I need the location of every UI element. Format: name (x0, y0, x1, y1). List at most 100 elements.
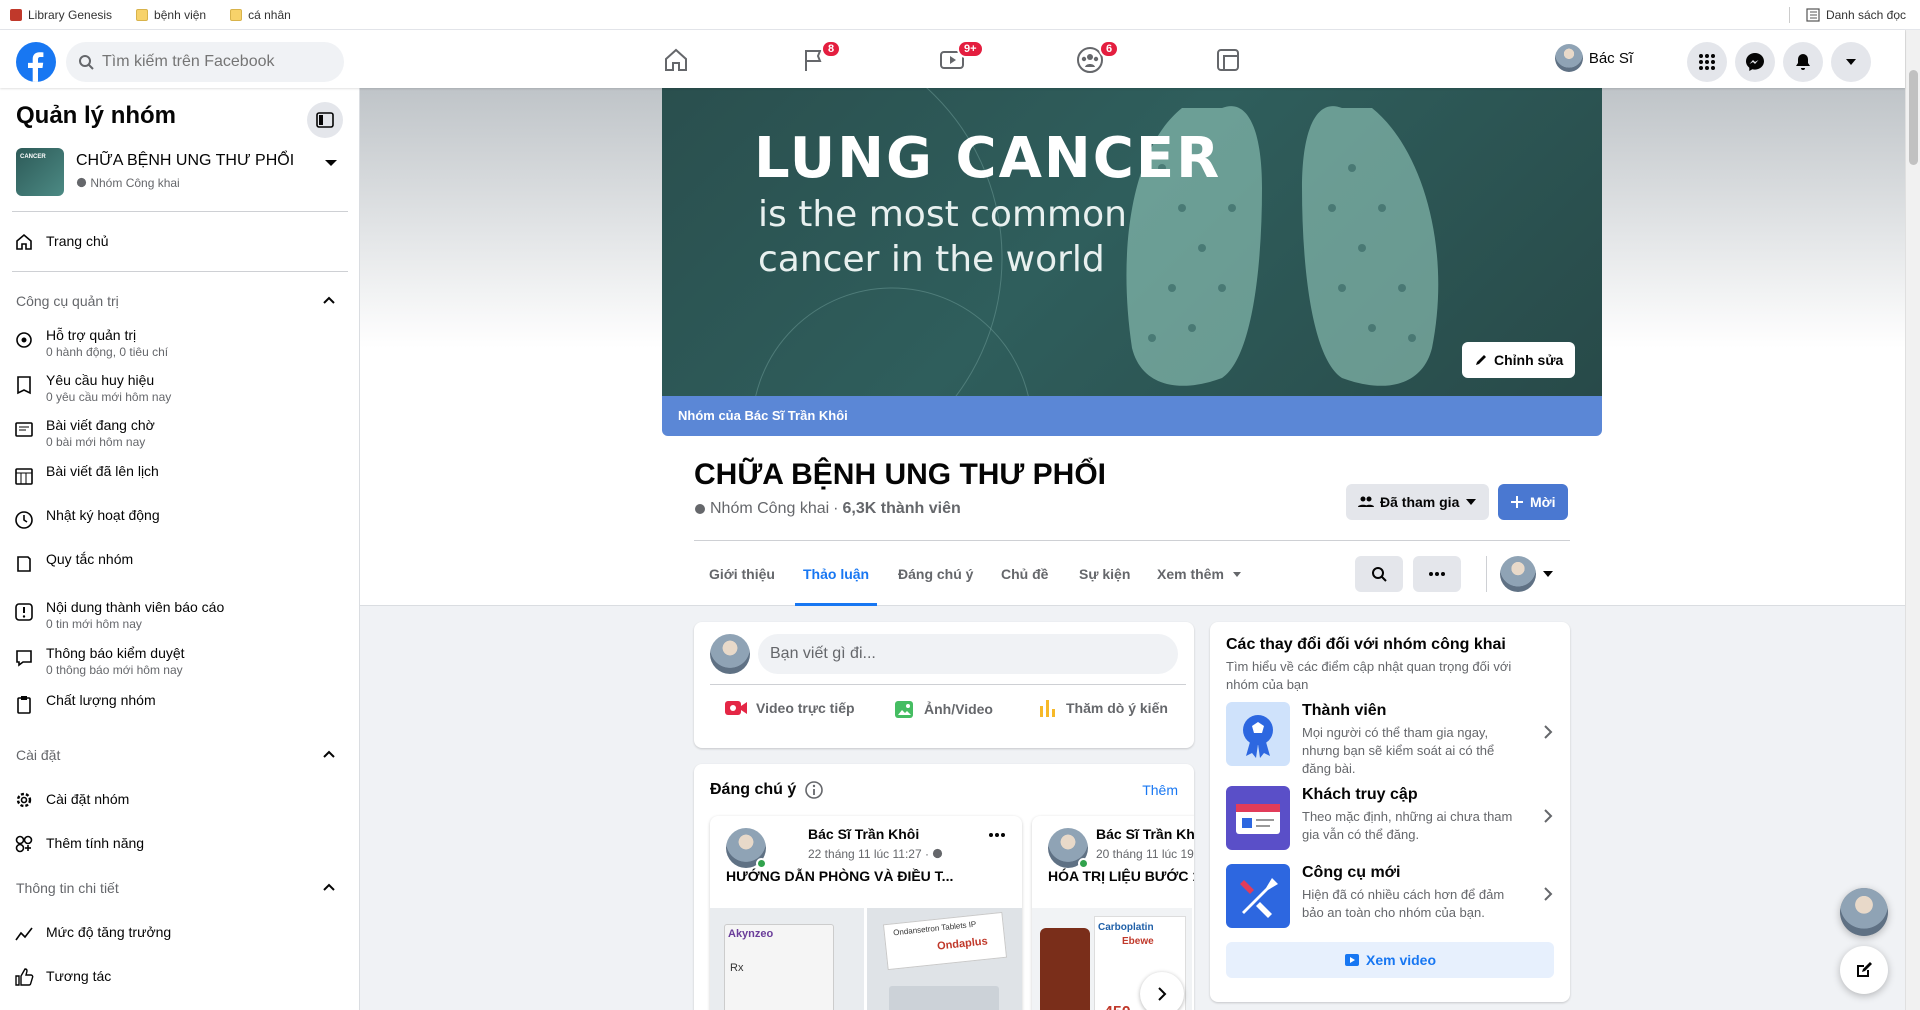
profile-chip[interactable]: Bác Sĩ (1554, 44, 1633, 72)
tools-icon (1226, 864, 1290, 928)
sidebar-item-group-rules[interactable]: Quy tắc nhóm (12, 550, 348, 576)
carousel-next-button[interactable] (1140, 972, 1184, 1010)
facebook-f-icon (28, 52, 44, 82)
featured-more-link[interactable]: Thêm (1142, 782, 1178, 798)
section-admin-tools[interactable]: Công cụ quản trị (16, 293, 346, 309)
facebook-logo[interactable] (16, 42, 56, 82)
badge-icon (12, 373, 36, 397)
group-name: CHỮA BỆNH UNG THƯ PHỔI (76, 152, 295, 169)
sidebar-item-growth[interactable]: Mức độ tăng trưởng (12, 919, 348, 945)
search-group-button[interactable] (1355, 556, 1403, 592)
act-as-switcher[interactable] (1500, 556, 1554, 592)
nav-watch[interactable]: 9+ (897, 36, 1007, 84)
sidebar-item-pending-posts[interactable]: Bài viết đang chờ 0 bài mới hôm nay (12, 416, 348, 450)
tab-more[interactable]: Xem thêm (1157, 556, 1242, 606)
growth-chart-icon (12, 921, 36, 945)
public-group-changes-card: Các thay đổi đối với nhóm công khai Tìm … (1210, 622, 1570, 1002)
invite-button[interactable]: Mời (1498, 484, 1568, 520)
nav-home[interactable] (621, 36, 731, 84)
search-input[interactable] (102, 53, 322, 71)
new-message-button[interactable] (1840, 946, 1888, 994)
nav-pages[interactable]: 8 (759, 36, 869, 84)
feature-visitors[interactable]: Khách truy cập Theo mặc định, những ai c… (1226, 786, 1566, 856)
group-switcher-caret[interactable] (324, 156, 338, 175)
scrollbar-thumb[interactable] (1909, 70, 1918, 165)
sidebar-item-add-features[interactable]: Thêm tính năng (12, 830, 348, 856)
clipboard-icon (12, 693, 36, 717)
tab-events[interactable]: Sự kiện (1079, 556, 1130, 606)
sidebar-item-engagement[interactable]: Tương tác (12, 963, 348, 989)
clock-icon (12, 508, 36, 532)
group-owner-strip: Nhóm của Bác Sĩ Trần Khôi (662, 396, 1602, 436)
ellipsis-icon[interactable] (988, 832, 1006, 838)
changes-subtitle: Tìm hiểu về các điểm cập nhật quan trọng… (1226, 659, 1512, 692)
sidebar-item-group-quality[interactable]: Chất lượng nhóm (12, 691, 348, 717)
members-icon (1358, 496, 1374, 507)
menu-button[interactable] (1687, 42, 1727, 82)
feature-new-tools[interactable]: Công cụ mới Hiện đã có nhiều cách hơn để… (1226, 864, 1566, 934)
search-box[interactable] (66, 42, 344, 82)
nav-groups[interactable]: 6 (1035, 36, 1145, 84)
account-button[interactable] (1831, 42, 1871, 82)
section-insights[interactable]: Thông tin chi tiết (16, 880, 346, 896)
post-title: HƯỚNG DẪN PHÒNG VÀ ĐIỀU T... (726, 868, 954, 884)
section-settings[interactable]: Cài đặt (16, 747, 346, 763)
tab-about[interactable]: Giới thiệu (709, 556, 775, 606)
gear-icon (12, 788, 36, 812)
poll-button[interactable]: Thăm dò ý kiến (1038, 698, 1168, 718)
composer-input[interactable]: Bạn viết gì đi... (758, 634, 1178, 674)
photo-video-button[interactable]: Ảnh/Video (894, 698, 993, 720)
sidebar-item-badge-requests[interactable]: Yêu cầu huy hiệu 0 yêu cầu mới hôm nay (12, 371, 348, 405)
sidebar-item-member-reports[interactable]: Nội dung thành viên báo cáo 0 tin mới hôm… (12, 598, 348, 632)
more-options-button[interactable] (1413, 556, 1461, 592)
tab-featured[interactable]: Đáng chú ý (898, 556, 973, 606)
bookmark-divider (1789, 7, 1790, 23)
nav-gaming[interactable] (1173, 36, 1283, 84)
info-icon[interactable] (804, 780, 824, 800)
bookmark-benh-vien[interactable]: bệnh viện (136, 8, 206, 22)
sidebar-item-group-settings[interactable]: Cài đặt nhóm (12, 786, 348, 812)
reading-list-button[interactable]: Danh sách đọc (1806, 0, 1906, 30)
divider (12, 211, 348, 212)
sidebar-item-scheduled-posts[interactable]: Bài viết đã lên lịch (12, 462, 348, 488)
edit-cover-button[interactable]: Chỉnh sửa (1462, 342, 1576, 378)
folder-icon (136, 8, 149, 21)
calendar-icon (12, 464, 36, 488)
chevron-right-icon (1544, 887, 1553, 901)
watch-video-button[interactable]: Xem video (1226, 942, 1554, 978)
folder-icon (230, 8, 243, 21)
post-image-akynzeo: Akynzeo Rx (710, 908, 864, 1010)
featured-post[interactable]: Bác Sĩ Trần Khôi 22 tháng 11 lúc 11:27 ·… (710, 816, 1022, 1010)
sidebar-item-moderation-alerts[interactable]: Thông báo kiểm duyệt 0 thông báo mới hôm … (12, 644, 348, 678)
tab-topics[interactable]: Chủ đề (1001, 556, 1048, 606)
joined-button[interactable]: Đã tham gia (1346, 484, 1490, 520)
messenger-button[interactable] (1735, 42, 1775, 82)
live-video-button[interactable]: Video trực tiếp (724, 698, 855, 718)
bookmark-ca-nhan[interactable]: cá nhân (230, 8, 291, 22)
feature-members[interactable]: Thành viên Mọi người có thể tham gia nga… (1226, 702, 1566, 776)
post-author[interactable]: Bác Sĩ Trần Khôi (808, 826, 919, 842)
groups-badge: 6 (1099, 40, 1120, 58)
reading-list-icon (1806, 8, 1820, 22)
sidebar-item-admin-assist[interactable]: Hỗ trợ quản trị 0 hành động, 0 tiêu chí (12, 326, 348, 360)
globe-icon (76, 177, 87, 188)
cover-subline: is the most common cancer in the world (758, 194, 1127, 280)
rules-icon (12, 552, 36, 576)
gaming-icon (1217, 49, 1239, 71)
pencil-icon (1476, 355, 1486, 365)
bookmark-library-genesis[interactable]: Library Genesis (10, 8, 112, 22)
member-count[interactable]: 6,3K thành viên (843, 500, 961, 518)
page-scrollbar[interactable] (1905, 30, 1920, 1010)
chevron-up-icon (323, 883, 335, 891)
sidebar-item-home[interactable]: Trang chủ (12, 228, 348, 254)
library-genesis-icon (10, 8, 22, 21)
post-author[interactable]: Bác Sĩ Trần Khôi (1096, 826, 1194, 842)
group-switcher[interactable]: CANCER CHỮA BỆNH UNG THƯ PHỔI Nhóm Công … (16, 148, 346, 200)
tab-discussion[interactable]: Thảo luận (794, 556, 878, 606)
chat-contact-bubble[interactable] (1840, 888, 1888, 936)
divider (12, 271, 348, 272)
collapse-sidebar-button[interactable] (307, 102, 343, 138)
pending-posts-icon (12, 418, 36, 442)
notifications-button[interactable] (1783, 42, 1823, 82)
sidebar-item-activity-log[interactable]: Nhật ký hoạt động (12, 506, 348, 532)
